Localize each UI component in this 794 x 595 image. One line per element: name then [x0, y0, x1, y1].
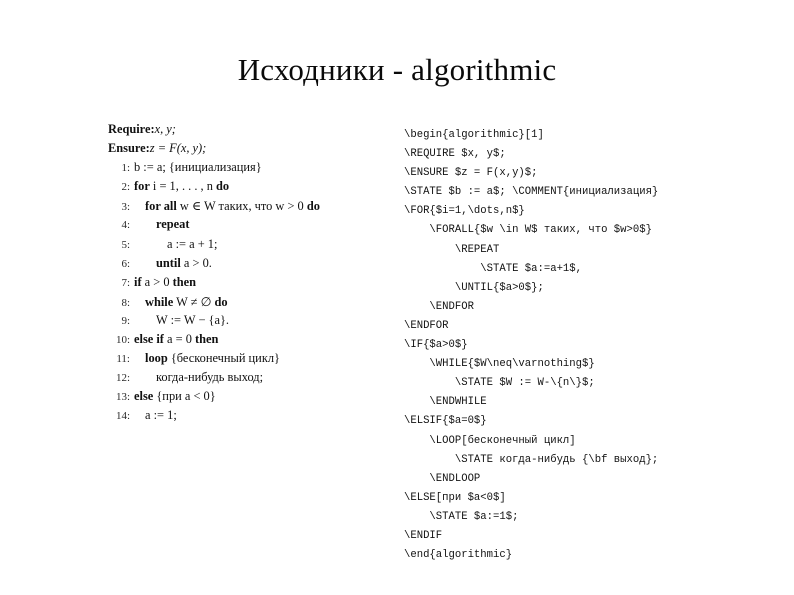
- algorithm-line-number: 1:: [121, 162, 130, 175]
- latex-source-line: \STATE $W := W-\{n\}$;: [404, 377, 595, 390]
- algorithm-line-number: 13:: [115, 391, 130, 404]
- latex-source-line: \STATE $a:=a+1$,: [404, 262, 583, 275]
- algorithm-line: 1: b := a; {инициализация}: [108, 160, 383, 179]
- algorithm-line: 11: loop {бесконечный цикл}: [108, 351, 383, 370]
- algorithm-line-number: 12:: [115, 372, 130, 385]
- latex-source-line: \ENDWHILE: [404, 396, 487, 409]
- latex-source-line: \REQUIRE $x, y$;: [404, 148, 506, 161]
- latex-source-line: \ENDLOOP: [404, 472, 481, 485]
- algorithm-line-number: 7:: [121, 276, 130, 289]
- algorithm-line-text: a := a + 1;: [167, 236, 218, 251]
- latex-source-line: \end{algorithmic}: [404, 549, 513, 562]
- algorithm-header-expression: z = F(x, y);: [149, 141, 207, 156]
- algorithm-line-text: for i = 1, . . . , n do: [134, 179, 230, 194]
- algorithm-header-line: Require: x, y;: [108, 122, 383, 141]
- slide: Исходники - algorithmic Require: x, y; En…: [0, 0, 794, 595]
- latex-source-line: \begin{algorithmic}[1]: [404, 129, 544, 141]
- latex-source-line: \ENDIF: [404, 529, 443, 542]
- algorithm-header-keyword: Require:: [108, 122, 155, 136]
- latex-source-line: \REPEAT: [404, 243, 500, 256]
- algorithm-line: 12: когда-нибудь выход;: [108, 370, 383, 389]
- algorithm-line-text: until a > 0.: [156, 255, 212, 270]
- algorithm-line-text: else {при a < 0}: [134, 389, 216, 404]
- algorithm-line-number: 8:: [121, 296, 130, 309]
- latex-source-line: \UNTIL{$a>0$};: [404, 281, 544, 294]
- latex-source-line: \WHILE{$W\neq\varnothing$}: [404, 358, 595, 371]
- latex-source-line: \STATE $a:=1$;: [404, 510, 519, 523]
- algorithm-line: 13: else {при a < 0}: [108, 389, 383, 408]
- algorithm-body-group: 1: b := a; {инициализация} 2: for i = 1, . …: [108, 160, 383, 427]
- algorithm-line-text: for all w ∈ W таких, что w > 0 do: [145, 199, 320, 214]
- algorithm-line-number: 3:: [121, 201, 130, 214]
- latex-source-line: \ENSURE $z = F(x,y)$;: [404, 167, 538, 180]
- latex-source-line: \ELSIF{$a=0$}: [404, 415, 487, 428]
- algorithm-line: 14: a := 1;: [108, 408, 383, 427]
- algorithm-line-number: 10:: [115, 334, 130, 347]
- latex-source-line: \LOOP[бесконечный цикл]: [404, 434, 576, 447]
- algorithm-line: 10: else if a = 0 then: [108, 332, 383, 351]
- algorithm-header-line: Ensure: z = F(x, y);: [108, 141, 383, 160]
- latex-source-line: \STATE $b := a$; \COMMENT{инициализация}: [404, 186, 659, 199]
- algorithm-line: 3: for all w ∈ W таких, что w > 0 do: [108, 198, 383, 217]
- algorithm-line-number: 14:: [115, 410, 130, 423]
- latex-source-line: \IF{$a>0$}: [404, 339, 468, 352]
- algorithm-header-group: Require: x, y; Ensure: z = F(x, y);: [108, 122, 383, 160]
- algorithm-header-expression: x, y;: [154, 122, 176, 136]
- algorithm-line-text: loop {бесконечный цикл}: [145, 351, 280, 366]
- algorithm-line-text: a := 1;: [145, 408, 177, 423]
- algorithm-line-number: 11:: [116, 353, 130, 366]
- latex-source-line: \ELSE[при $a<0$]: [404, 491, 506, 504]
- algorithm-line: 2: for i = 1, . . . , n do: [108, 179, 383, 198]
- algorithm-line-number: 5:: [121, 238, 130, 251]
- algorithm-line-text: if a > 0 then: [134, 274, 197, 289]
- algorithm-line-text: else if a = 0 then: [134, 332, 219, 347]
- algorithm-line: 6: until a > 0.: [108, 256, 383, 275]
- algorithm-header-keyword: Ensure:: [108, 141, 150, 156]
- algorithm-line: 8: while W ≠ ∅ do: [108, 294, 383, 313]
- algorithm-line-text: W := W − {a}.: [156, 312, 230, 327]
- rendered-algorithm-panel: Require: x, y; Ensure: z = F(x, y); 1: b :…: [108, 122, 383, 428]
- algorithm-line-text: while W ≠ ∅ do: [145, 294, 228, 309]
- algorithm-line-text: когда-нибудь выход;: [156, 370, 264, 385]
- latex-source-panel: \begin{algorithmic}[1] \REQUIRE $x, y$; \E…: [404, 126, 784, 565]
- latex-source-line: \FORALL{$w \in W$ таких, что $w>0$}: [404, 224, 652, 237]
- algorithm-line-number: 6:: [121, 257, 130, 270]
- latex-source-line: \ENDFOR: [404, 300, 474, 313]
- page-title: Исходники - algorithmic: [237, 52, 557, 87]
- latex-source-line: \FOR{$i=1,\dots,n$}: [404, 205, 525, 218]
- algorithm-line-number: 4:: [121, 219, 130, 232]
- algorithm-line: 9: W := W − {a}.: [108, 313, 383, 332]
- algorithm-line: 4: repeat: [108, 217, 383, 236]
- algorithm-line: 7: if a > 0 then: [108, 275, 383, 294]
- latex-source-line: \STATE когда-нибудь {\bf выход};: [404, 453, 659, 466]
- latex-source-listing: \begin{algorithmic}[1] \REQUIRE $x, y$; \E…: [404, 126, 784, 565]
- algorithm-line: 5: a := a + 1;: [108, 237, 383, 256]
- latex-source-line: \ENDFOR: [404, 319, 449, 332]
- algorithm-line-text: b := a; {инициализация}: [134, 160, 262, 175]
- algorithm-line-text: repeat: [156, 217, 190, 232]
- algorithm-line-number: 2:: [121, 181, 130, 194]
- algorithm-line-number: 9:: [121, 314, 130, 327]
